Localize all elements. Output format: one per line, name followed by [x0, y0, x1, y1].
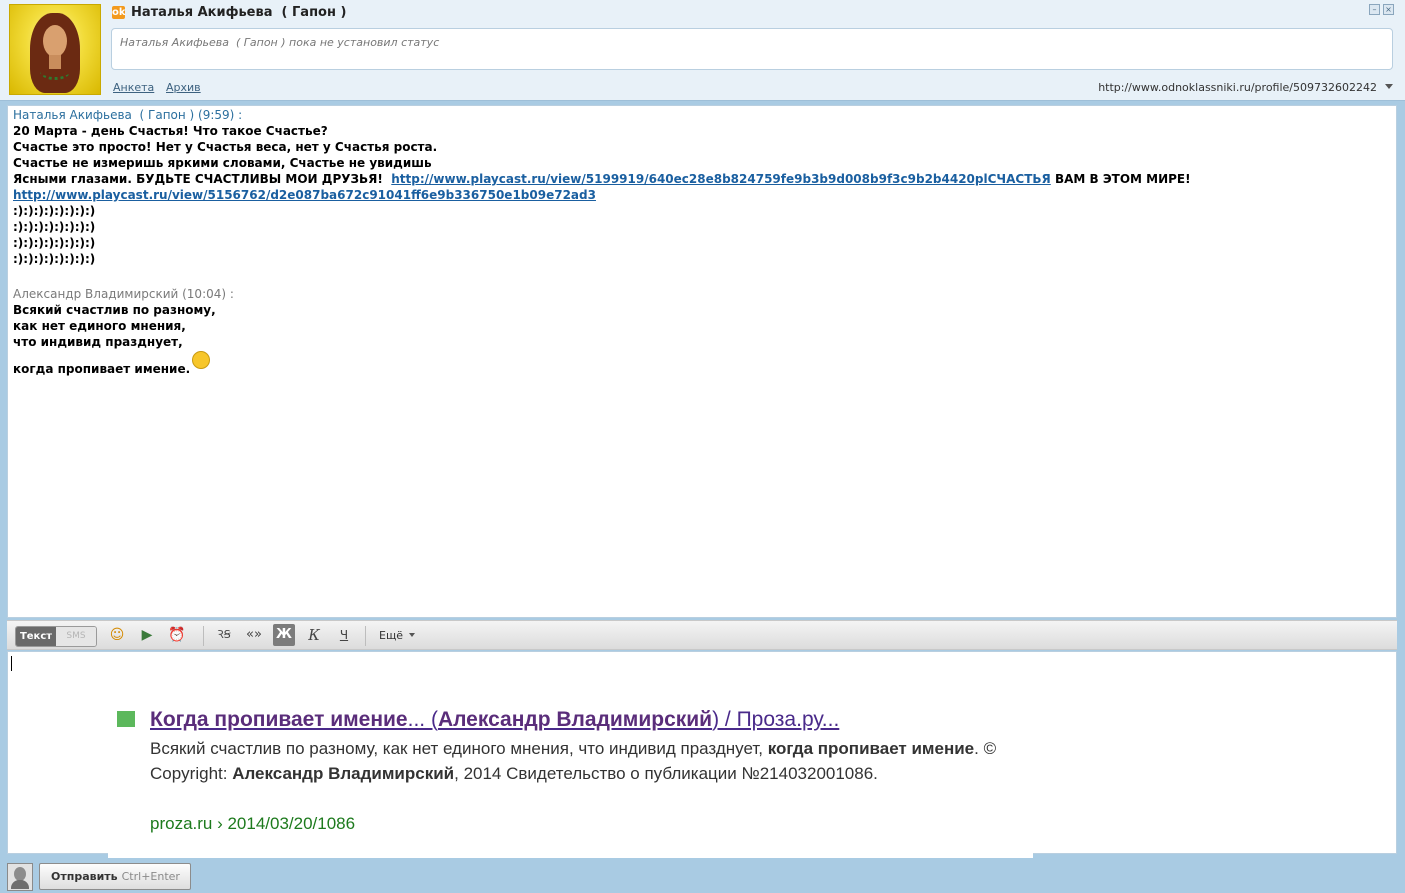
- profile-link[interactable]: Анкета: [113, 81, 154, 94]
- smiley-line: :):):):):):):):): [13, 204, 96, 218]
- smiley-line: :):):):):):):):): [13, 252, 96, 266]
- avatar-face: [43, 25, 67, 57]
- close-button[interactable]: ×: [1383, 4, 1394, 15]
- mode-sms-button[interactable]: SMS: [56, 627, 96, 646]
- message-author-time: Александр Владимирский (10:04) :: [13, 287, 234, 301]
- contact-avatar[interactable]: [9, 4, 101, 95]
- alarm-clock-icon[interactable]: ⏰: [166, 624, 188, 646]
- quote-icon[interactable]: «»: [243, 624, 265, 646]
- chevron-down-icon[interactable]: [1385, 84, 1393, 89]
- toolbar-divider: [203, 626, 204, 646]
- my-avatar[interactable]: [7, 863, 33, 891]
- message-line: как нет единого мнения,: [13, 319, 186, 333]
- message-text: Ясными глазами. БУДЬТЕ СЧАСТЛИВЫ МОИ ДРУ…: [13, 172, 392, 186]
- message-text: когда пропивает имение.: [13, 362, 191, 376]
- avatar-body: [11, 880, 29, 889]
- chat-message: Александр Владимирский (10:04) : Всякий …: [13, 286, 234, 377]
- send-label: Отправить: [51, 870, 118, 883]
- message-line: Счастье это просто! Нет у Счастья веса, …: [13, 140, 438, 154]
- result-url[interactable]: proza.ru › 2014/03/20/1086: [150, 811, 355, 836]
- mode-text-button[interactable]: Текст: [16, 627, 56, 646]
- mode-switch[interactable]: Текст SMS: [15, 626, 97, 647]
- italic-button[interactable]: К: [303, 624, 325, 646]
- send-shortcut-hint: Ctrl+Enter: [121, 870, 180, 883]
- search-result: Когда пропивает имение... (Александр Вла…: [108, 696, 1033, 858]
- smiley-line: :):):):):):):):): [13, 236, 96, 250]
- format-toolbar: Текст SMS ☺ ▶ ⏰ ꝚꞨ «» Ж К Ч Ещё: [7, 620, 1397, 650]
- chat-history[interactable]: Наталья Акифьева ( Гапон ) (9:59) : 20 М…: [7, 105, 1397, 618]
- playcast-link-1[interactable]: http://www.playcast.ru/view/5199919/640e…: [391, 172, 1051, 186]
- smiley-icon[interactable]: ☺: [106, 624, 128, 646]
- minimize-button[interactable]: –: [1369, 4, 1380, 15]
- avatar-necklace: [40, 63, 70, 80]
- send-button[interactable]: Отправить Ctrl+Enter: [39, 863, 191, 890]
- message-line: что индивид празднует,: [13, 335, 183, 349]
- chevron-down-icon: [409, 633, 416, 637]
- profile-url[interactable]: http://www.odnoklassniki.ru/profile/5097…: [1098, 81, 1377, 94]
- bottom-bar: Отправить Ctrl+Enter: [0, 858, 1405, 893]
- more-button[interactable]: Ещё: [379, 629, 416, 642]
- video-icon[interactable]: ▶: [136, 624, 158, 646]
- message-author-time: Наталья Акифьева ( Гапон ) (9:59) :: [13, 108, 243, 122]
- avatar-head: [14, 867, 26, 881]
- playcast-link-2[interactable]: http://www.playcast.ru/view/5156762/d2e0…: [13, 188, 596, 202]
- message-line: Всякий счастлив по разному,: [13, 303, 216, 317]
- message-line: Счастье не измеришь яркими словами, Счас…: [13, 156, 432, 170]
- more-label: Ещё: [379, 629, 404, 642]
- chat-header: ok Наталья Акифьева ( Гапон ) Наталья Ак…: [0, 0, 1405, 101]
- message-text: ВАМ В ЭТОМ МИРЕ!: [1050, 172, 1191, 186]
- status-box: Наталья Акифьева ( Гапон ) пока не устан…: [111, 28, 1393, 70]
- chat-message: Наталья Акифьева ( Гапон ) (9:59) : 20 М…: [13, 107, 1191, 267]
- message-line-with-link: Ясными глазами. БУДЬТЕ СЧАСТЛИВЫ МОИ ДРУ…: [13, 171, 1191, 187]
- drunk-smiley-icon: [192, 351, 211, 369]
- result-snippet: Всякий счастлив по разному, как нет един…: [150, 739, 997, 783]
- toolbar-divider: [365, 626, 366, 646]
- message-line-with-smiley: когда пропивает имение.: [13, 351, 234, 377]
- odnoklassniki-icon: ok: [112, 6, 126, 19]
- status-text: Наталья Акифьева ( Гапон ) пока не устан…: [120, 36, 440, 49]
- text-caret: [11, 656, 12, 671]
- message-line: 20 Марта - день Счастья! Что такое Счаст…: [13, 124, 328, 138]
- smiley-line: :):):):):):):):): [13, 220, 96, 234]
- result-title-link[interactable]: Когда пропивает имение... (Александр Вла…: [150, 706, 839, 734]
- translit-icon[interactable]: ꝚꞨ: [213, 624, 235, 646]
- result-square-icon: [117, 711, 135, 727]
- archive-link[interactable]: Архив: [166, 81, 201, 94]
- bold-button[interactable]: Ж: [273, 624, 295, 646]
- contact-name: Наталья Акифьева ( Гапон ): [131, 5, 347, 20]
- underline-button[interactable]: Ч: [333, 624, 355, 646]
